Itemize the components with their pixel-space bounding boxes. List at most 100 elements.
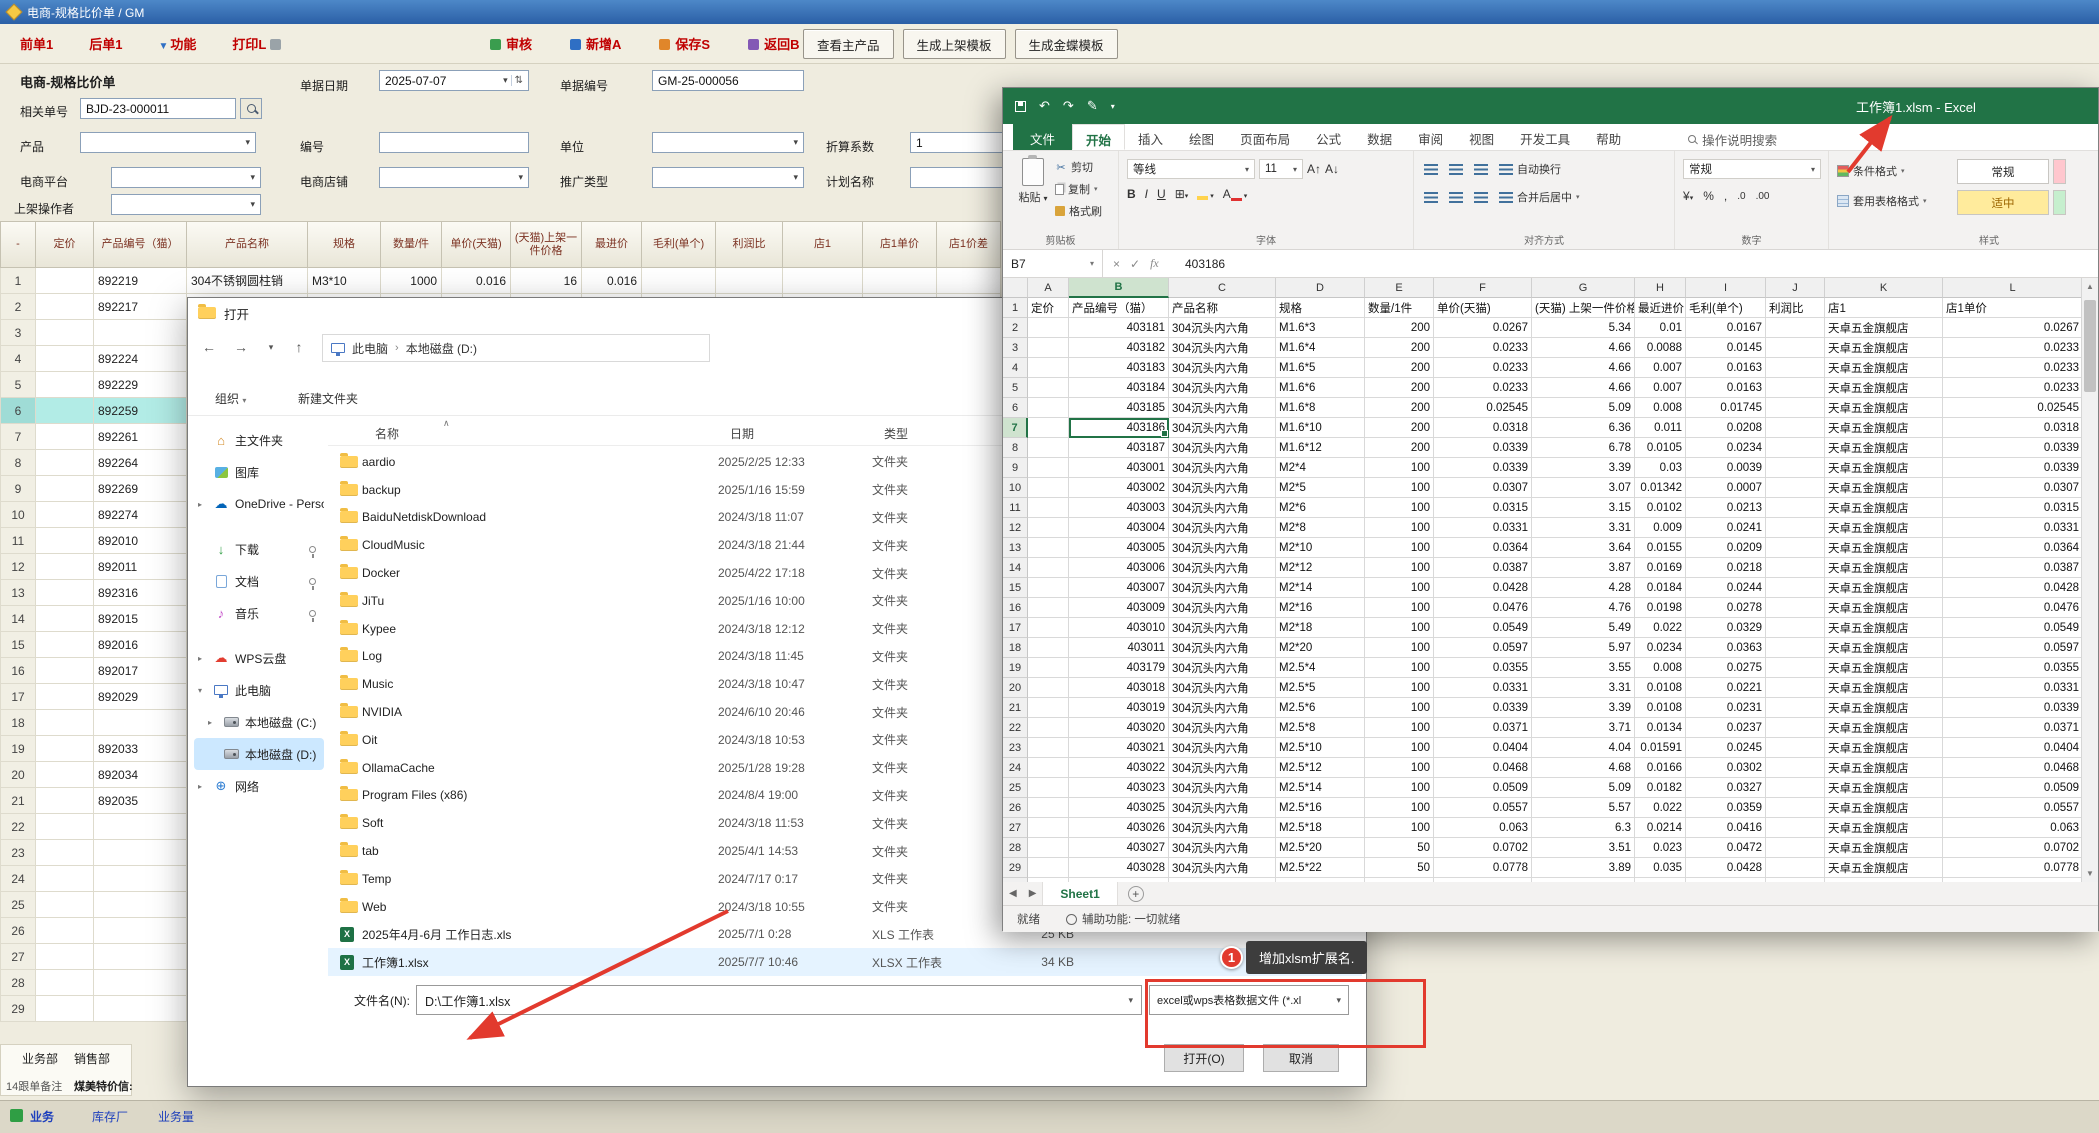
save-button[interactable]: 保存S xyxy=(659,34,710,53)
excel-cell[interactable]: 0.009 xyxy=(1635,518,1686,538)
excel-cell[interactable]: 0.0472 xyxy=(1686,838,1766,858)
italic-button[interactable]: I xyxy=(1145,187,1148,201)
row-header[interactable]: 9 xyxy=(1003,458,1028,478)
next-bill-button[interactable]: 后单1 xyxy=(89,34,122,53)
excel-cell[interactable]: M2.5*10 xyxy=(1276,738,1365,758)
erp-cell[interactable]: 16 xyxy=(511,268,582,294)
tab-business[interactable]: 业务 xyxy=(30,1108,54,1125)
excel-cell[interactable]: 0.0597 xyxy=(1434,638,1532,658)
erp-cell[interactable]: 0.016 xyxy=(582,268,642,294)
excel-cell[interactable] xyxy=(1028,698,1069,718)
excel-cell[interactable]: M2*10 xyxy=(1276,538,1365,558)
excel-cell[interactable]: 天卓五金旗舰店 xyxy=(1825,458,1943,478)
excel-cell[interactable] xyxy=(1028,758,1069,778)
excel-cell[interactable]: M2*12 xyxy=(1276,558,1365,578)
excel-cell[interactable]: 最近进价 xyxy=(1635,298,1686,318)
excel-cell[interactable]: 100 xyxy=(1365,498,1434,518)
excel-cell[interactable]: 200 xyxy=(1365,378,1434,398)
excel-cell[interactable]: 5.57 xyxy=(1532,798,1635,818)
add-sheet-icon[interactable]: + xyxy=(1128,886,1144,902)
excel-cell[interactable]: M1.6*8 xyxy=(1276,398,1365,418)
excel-cell[interactable]: 0.01342 xyxy=(1635,478,1686,498)
forward-icon[interactable]: → xyxy=(228,334,254,360)
excel-cell[interactable]: 0.03 xyxy=(1635,458,1686,478)
excel-cell[interactable]: 0.02545 xyxy=(1943,398,2083,418)
sidebar-item-document[interactable]: 文档 xyxy=(194,565,324,597)
excel-cell[interactable]: 0.0888 xyxy=(1943,878,2083,882)
excel-cell[interactable]: 403010 xyxy=(1069,618,1169,638)
excel-cell[interactable]: 0.0331 xyxy=(1943,518,2083,538)
sheet-prev-icon[interactable]: ◀ xyxy=(1003,888,1023,899)
erp-cell[interactable]: 892274 xyxy=(94,502,187,528)
excel-cell[interactable]: 3.55 xyxy=(1532,658,1635,678)
view-main-product-button[interactable]: 查看主产品 xyxy=(803,29,894,59)
column-header-D[interactable]: D xyxy=(1276,278,1365,298)
excel-cell[interactable]: 6.3 xyxy=(1532,818,1635,838)
excel-cell[interactable]: 天卓五金旗舰店 xyxy=(1825,818,1943,838)
excel-cell[interactable]: M2.5*8 xyxy=(1276,718,1365,738)
excel-cell[interactable]: 5.49 xyxy=(1532,618,1635,638)
vertical-scrollbar[interactable]: ▲ ▼ xyxy=(2081,278,2098,882)
bold-button[interactable]: B xyxy=(1127,187,1136,201)
erp-cell[interactable]: 892017 xyxy=(94,658,187,684)
excel-cell[interactable] xyxy=(1028,558,1069,578)
column-header-A[interactable]: A xyxy=(1028,278,1069,298)
excel-cell[interactable]: 0.0318 xyxy=(1943,418,2083,438)
excel-cell[interactable]: 天卓五金旗舰店 xyxy=(1825,418,1943,438)
excel-cell[interactable]: 0.0182 xyxy=(1635,778,1686,798)
excel-cell[interactable]: 200 xyxy=(1365,398,1434,418)
excel-cell[interactable]: 0.0234 xyxy=(1686,438,1766,458)
ribbon-tab-帮助[interactable]: 帮助 xyxy=(1583,124,1634,150)
excel-cell[interactable] xyxy=(1766,338,1825,358)
excel-cell[interactable]: 0.0329 xyxy=(1686,618,1766,638)
excel-cell[interactable]: 产品编号（猫） xyxy=(1069,298,1169,318)
excel-cell[interactable] xyxy=(1766,738,1825,758)
paste-button[interactable]: 粘贴 ▾ xyxy=(1011,158,1055,228)
excel-cell[interactable]: M2.5*18 xyxy=(1276,818,1365,838)
excel-cell[interactable]: 天卓五金旗舰店 xyxy=(1825,778,1943,798)
undo-icon[interactable]: ↶ xyxy=(1039,98,1050,114)
excel-cell[interactable]: 天卓五金旗舰店 xyxy=(1825,738,1943,758)
organize-button[interactable]: 组织 ▾ xyxy=(215,390,246,407)
excel-cell[interactable]: 0.0339 xyxy=(1434,698,1532,718)
column-header-C[interactable]: C xyxy=(1169,278,1276,298)
tab-business-volume[interactable]: 业务量 xyxy=(158,1108,194,1125)
erp-cell[interactable] xyxy=(36,372,94,398)
excel-cell[interactable]: 0.0234 xyxy=(1635,638,1686,658)
erp-cell[interactable] xyxy=(36,424,94,450)
increase-font-icon[interactable]: A↑ xyxy=(1307,162,1321,176)
platform-select[interactable]: ▾ xyxy=(111,167,261,188)
excel-cell[interactable] xyxy=(1028,518,1069,538)
erp-cell[interactable] xyxy=(36,502,94,528)
column-header-H[interactable]: H xyxy=(1635,278,1686,298)
name-box[interactable]: B7 ▾ xyxy=(1003,250,1103,277)
excel-cell[interactable]: M2*20 xyxy=(1276,638,1365,658)
row-header[interactable]: 27 xyxy=(1003,818,1028,838)
erp-cell[interactable] xyxy=(642,268,716,294)
erp-cell[interactable] xyxy=(36,528,94,554)
excel-cell[interactable]: 0.0167 xyxy=(1686,318,1766,338)
excel-cell[interactable]: 0.0363 xyxy=(1686,638,1766,658)
excel-cell[interactable]: 0.0315 xyxy=(1943,498,2083,518)
excel-cell[interactable]: 304沉头内六角 xyxy=(1169,418,1276,438)
insert-function-icon[interactable]: fx xyxy=(1150,256,1159,271)
row-header[interactable]: 2 xyxy=(1003,318,1028,338)
excel-cell[interactable]: 100 xyxy=(1365,578,1434,598)
excel-cell[interactable]: 304沉头内六角 xyxy=(1169,498,1276,518)
erp-cell[interactable] xyxy=(36,788,94,814)
excel-cell[interactable] xyxy=(1766,458,1825,478)
excel-cell[interactable]: 50 xyxy=(1365,878,1434,882)
erp-cell[interactable] xyxy=(36,346,94,372)
excel-cell[interactable]: 304沉头内六角 xyxy=(1169,578,1276,598)
erp-table-row[interactable]: 1892219304不锈钢圆柱销M3*1010000.016160.016 xyxy=(0,268,1001,294)
operator-select[interactable]: ▾ xyxy=(111,194,261,215)
number-format-select[interactable]: 常规▾ xyxy=(1683,159,1821,179)
excel-cell[interactable]: 304沉头内六角 xyxy=(1169,798,1276,818)
excel-cell[interactable]: 403022 xyxy=(1069,758,1169,778)
excel-cell[interactable]: 304沉头内六角 xyxy=(1169,318,1276,338)
erp-cell[interactable]: 304不锈钢圆柱销 xyxy=(187,268,308,294)
excel-cell[interactable]: 403007 xyxy=(1069,578,1169,598)
excel-cell[interactable]: 403019 xyxy=(1069,698,1169,718)
cancel-button[interactable]: 取消 xyxy=(1263,1044,1339,1072)
excel-cell[interactable]: 304沉头内六角 xyxy=(1169,738,1276,758)
